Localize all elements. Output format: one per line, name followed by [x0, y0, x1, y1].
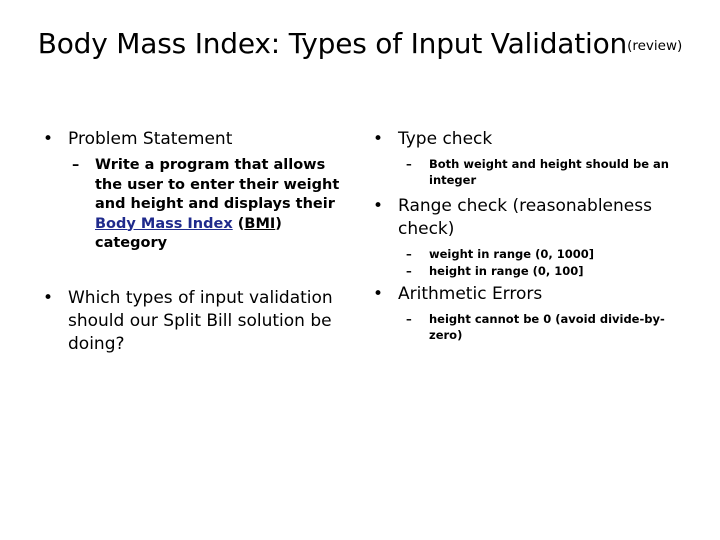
dash-icon: – — [72, 157, 80, 173]
sub-bullet-height-range-text: height in range (0, 100] — [429, 264, 584, 278]
sub-bullet-type-check-integer-text: Both weight and height should be an inte… — [429, 157, 669, 187]
bullet-icon: • — [43, 287, 54, 308]
bmi-abbreviation: BMI — [244, 215, 276, 232]
description-prefix: Write a program that allows the user to … — [95, 157, 340, 212]
sub-bullet-weight-range-text: weight in range (0, 1000] — [429, 247, 594, 261]
sub-bullet-height-not-zero-text: height cannot be 0 (avoid divide-by-zero… — [429, 312, 665, 342]
bullet-type-check-label: Type check — [398, 129, 493, 149]
bullet-which-types-question: • Which types of input validation should… — [36, 287, 354, 356]
dash-icon: – — [406, 247, 412, 261]
bullet-icon: • — [373, 129, 384, 149]
bullet-problem-statement: • Problem Statement — [36, 128, 354, 151]
bmi-hyperlink[interactable]: Body Mass Index — [95, 216, 233, 232]
description-mid: ( — [232, 215, 245, 232]
sub-bullet-weight-range: – weight in range (0, 1000] — [366, 246, 696, 262]
sub-bullet-problem-description-text: Write a program that allows the user to … — [95, 156, 354, 254]
bullet-problem-statement-label: Problem Statement — [68, 129, 233, 149]
page-title-suffix: (review) — [627, 38, 683, 54]
bullet-type-check: • Type check — [366, 128, 696, 151]
right-content-column: • Type check – Both weight and height sh… — [366, 128, 696, 344]
bullet-icon: • — [373, 284, 384, 304]
dash-icon: – — [406, 312, 412, 326]
bullet-range-check: • Range check (reasonableness check) — [366, 195, 696, 241]
bullet-icon: • — [373, 196, 384, 216]
sub-bullet-type-check-integer: – Both weight and height should be an in… — [366, 156, 696, 188]
page-title-main: Body Mass Index: Types of Input Validati… — [37, 27, 628, 60]
page-title: Body Mass Index: Types of Input Validati… — [36, 28, 684, 60]
bullet-arithmetic-errors-label: Arithmetic Errors — [398, 284, 543, 304]
dash-icon: – — [406, 157, 412, 171]
sub-bullet-height-range: – height in range (0, 100] — [366, 263, 696, 279]
sub-bullet-problem-description: – Write a program that allows the user t… — [36, 156, 354, 254]
slide-canvas: { "slide": { "title_main": "Body Mass In… — [0, 0, 720, 540]
bullet-which-types-question-label: Which types of input validation should o… — [68, 287, 333, 354]
dash-icon: – — [406, 264, 412, 278]
bullet-icon: • — [43, 129, 54, 149]
sub-bullet-height-not-zero: – height cannot be 0 (avoid divide-by-ze… — [366, 311, 696, 343]
bullet-range-check-label: Range check (reasonableness check) — [398, 196, 652, 239]
bullet-arithmetic-errors: • Arithmetic Errors — [366, 283, 696, 306]
left-content-column: • Problem Statement – Write a program th… — [36, 128, 354, 358]
